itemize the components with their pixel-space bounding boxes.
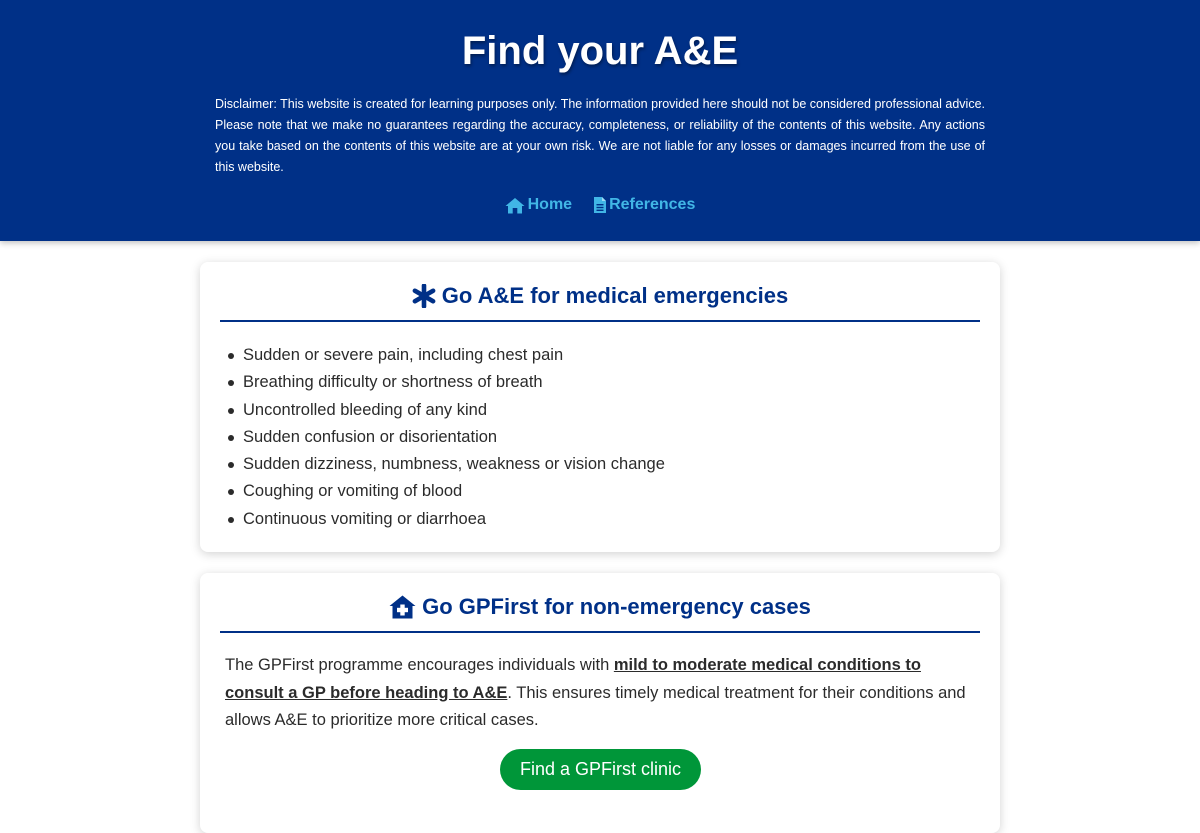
list-item: Breathing difficulty or shortness of bre… [228, 369, 968, 396]
disclaimer-text: Disclaimer: This website is created for … [215, 97, 985, 174]
nav-home-link[interactable]: Home [505, 196, 572, 214]
nav-references-link[interactable]: References [594, 196, 695, 214]
site-title: Find your A&E [461, 29, 739, 73]
list-item: Sudden dizziness, numbness, weakness or … [228, 451, 968, 478]
home-icon [505, 197, 525, 214]
list-item: Sudden or severe pain, including chest p… [228, 342, 968, 369]
asterisk-icon [412, 280, 436, 308]
emergency-card-title-text: Go A&E for medical emergencies [441, 283, 789, 308]
gpfirst-card-title-text: Go GPFirst for non-emergency cases [422, 594, 811, 619]
main-nav: Home References [0, 196, 1200, 214]
list-item: Uncontrolled bleeding of any kind [228, 397, 968, 424]
document-icon [594, 197, 607, 213]
emergency-symptom-list: Sudden or severe pain, including chest p… [228, 342, 968, 533]
gpfirst-card: Go GPFirst for non-emergency cases The G… [200, 573, 1000, 833]
emergency-card-title: Go A&E for medical emergencies [220, 280, 980, 322]
gpfirst-text-intro: The GPFirst programme encourages individ… [225, 656, 614, 674]
find-gpfirst-clinic-button[interactable]: Find a GPFirst clinic [500, 749, 701, 790]
gpfirst-description: The GPFirst programme encourages individ… [225, 652, 977, 735]
emergency-card: Go A&E for medical emergencies Sudden or… [200, 262, 1000, 552]
list-item: Sudden confusion or disorientation [228, 424, 968, 451]
list-item: Continuous vomiting or diarrhoea [228, 506, 968, 533]
nav-references-label: References [609, 196, 696, 213]
house-medical-icon [389, 591, 416, 619]
site-header: Find your A&E Disclaimer: This website i… [0, 0, 1200, 241]
nav-home-label: Home [527, 196, 573, 213]
list-item: Coughing or vomiting of blood [228, 478, 968, 505]
gpfirst-card-title: Go GPFirst for non-emergency cases [220, 591, 980, 633]
